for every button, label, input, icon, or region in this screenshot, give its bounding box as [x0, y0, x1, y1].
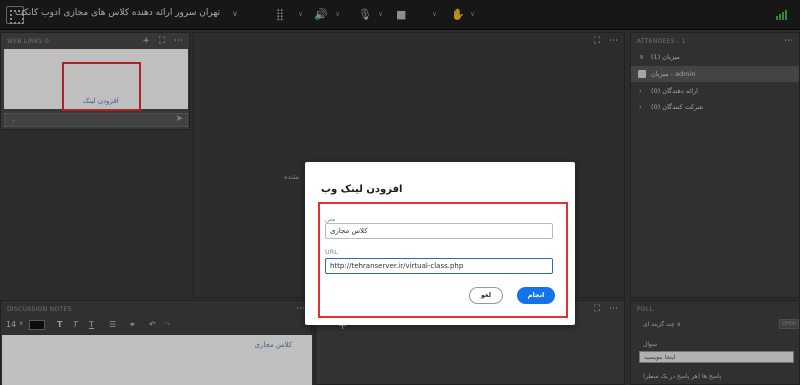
cancel-button[interactable]: لغو: [469, 287, 503, 304]
dialog-title: افزودن لینک وب: [321, 184, 403, 195]
ok-button[interactable]: انجام: [517, 287, 555, 304]
url-field[interactable]: http://tehranserver.ir/virtual-class.php: [325, 258, 553, 274]
text-label: متن: [325, 215, 336, 223]
url-label: URL: [325, 248, 338, 256]
add-web-link-dialog: افزودن لینک وب متن کلاس مجازی URL http:/…: [305, 162, 575, 325]
text-field[interactable]: کلاس مجازی: [325, 223, 553, 239]
